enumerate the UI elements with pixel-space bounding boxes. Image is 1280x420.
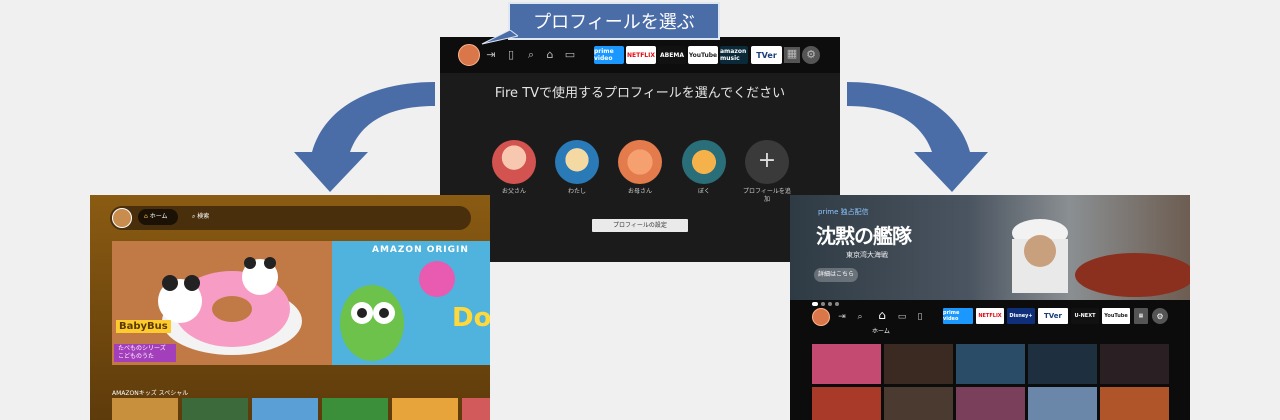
input-icon[interactable]: ⇥ [836, 311, 848, 323]
babybus-logo: BabyBus [116, 320, 171, 333]
profile-mother[interactable]: お母さん [616, 140, 664, 196]
kids-thumbnail[interactable] [322, 398, 388, 420]
arrow-to-left-screen [290, 78, 440, 194]
arrow-to-right-screen [842, 78, 992, 194]
add-profile-label: プロフィールを追加 [743, 188, 791, 203]
content-poster[interactable] [812, 344, 881, 384]
profile-mother-avatar [618, 140, 662, 184]
doremi-illustration: Do Re Mi [332, 241, 490, 365]
apps-grid-icon[interactable]: ▦ [784, 47, 800, 63]
kids-thumbnail[interactable] [182, 398, 248, 420]
app-amazon-music[interactable]: amazon music [720, 46, 748, 64]
kids-profile-avatar[interactable] [112, 208, 132, 228]
app-netflix[interactable]: NETFLIX [626, 46, 656, 64]
search-icon[interactable]: ⌕ [854, 311, 866, 323]
kids-home-label: ホーム [149, 213, 168, 220]
settings-gear-icon[interactable]: ⚙ [1152, 308, 1168, 324]
content-poster[interactable] [1100, 344, 1169, 384]
series-badge: たべものシリーズ こどものうた [114, 344, 176, 362]
profile-settings-button[interactable]: プロフィールの設定 [592, 219, 688, 232]
content-poster[interactable] [1028, 344, 1097, 384]
doremi-title: Do Re Mi [452, 303, 490, 333]
app-youtube[interactable]: YouTube [688, 46, 718, 64]
content-poster[interactable] [1028, 387, 1097, 420]
featured-title: 沈黙の艦隊 [816, 224, 912, 248]
kids-search-label: 検索 [197, 213, 210, 220]
callout-label: プロフィールを選ぶ [508, 2, 720, 40]
profile-label: お母さん [627, 188, 652, 195]
kids-thumbnail[interactable] [392, 398, 458, 420]
app-tver[interactable]: TVer [1038, 308, 1068, 324]
kids-thumbnail[interactable] [462, 398, 490, 420]
kids-home-tab[interactable]: ⌂ ホーム [138, 209, 178, 225]
profile-father[interactable]: お父さん [490, 140, 538, 196]
kids-search-tab[interactable]: ⌕ 検索 [192, 209, 209, 225]
profile-me-avatar [555, 140, 599, 184]
home-icon[interactable]: ⌂ [543, 48, 557, 62]
kids-row-title: AMAZONキッズ スペシャル [112, 390, 189, 397]
input-icon[interactable]: ⇥ [484, 48, 498, 62]
profile-prompt: Fire TVで使用するプロフィールを選んでください [494, 86, 786, 101]
callout-tail [481, 30, 518, 45]
callout-text: プロフィールを選ぶ [533, 12, 695, 33]
prime-exclusive-label: prime 独占配信 [818, 208, 869, 216]
adult-profile-screen: prime 独占配信 沈黙の艦隊 東京湾大海戦 詳細はこちら ⇥ ⌕ ⌂ ホーム… [790, 195, 1190, 420]
kids-hero-banner-original[interactable]: Do Re Mi [332, 241, 490, 365]
profile-label: わたし [567, 188, 586, 195]
amazon-original-label: AMAZON ORIGIN [372, 245, 469, 255]
details-button[interactable]: 詳細はこちら [814, 268, 858, 282]
content-poster[interactable] [812, 387, 881, 420]
apps-grid-icon[interactable]: ▦ [1134, 308, 1148, 324]
app-netflix[interactable]: NETFLIX [976, 308, 1004, 324]
profile-father-avatar [492, 140, 536, 184]
search-icon[interactable]: ⌕ [524, 48, 538, 62]
content-poster[interactable] [1100, 387, 1169, 420]
current-profile-avatar[interactable] [458, 44, 480, 66]
app-youtube[interactable]: YouTube [1102, 308, 1130, 324]
current-profile-avatar[interactable] [812, 308, 830, 326]
content-poster[interactable] [956, 344, 1025, 384]
kids-profile-screen: ⌂ ホーム ⌕ 検索 BabyBus たべものシリーズ こどものうた Do AM… [90, 195, 490, 420]
bookmark-icon[interactable]: ▯ [914, 311, 926, 323]
featured-subtitle: 東京湾大海戦 [846, 251, 888, 259]
live-tv-icon[interactable]: ▭ [563, 48, 577, 62]
settings-gear-icon[interactable]: ⚙ [802, 46, 820, 64]
content-poster[interactable] [884, 344, 953, 384]
live-tv-icon[interactable]: ▭ [896, 311, 908, 323]
app-prime-video[interactable]: prime video [943, 308, 973, 324]
content-poster[interactable] [884, 387, 953, 420]
content-poster[interactable] [956, 387, 1025, 420]
profile-boy[interactable]: ぼく [680, 140, 728, 196]
app-abema[interactable]: ABEMA [658, 46, 686, 64]
profile-me[interactable]: わたし [553, 140, 601, 196]
home-label: ホーム [872, 328, 890, 335]
profile-label: お父さん [501, 188, 526, 195]
home-icon[interactable]: ⌂ [874, 309, 890, 325]
bookmark-icon[interactable]: ▯ [504, 48, 518, 62]
profile-label: ぼく [697, 188, 710, 195]
profile-boy-avatar [682, 140, 726, 184]
carousel-dots [812, 291, 842, 310]
app-prime-video[interactable]: prime video [594, 46, 624, 64]
add-profile-button[interactable]: + プロフィールを追加 [743, 140, 791, 204]
home-icon: ⌂ [144, 213, 148, 220]
plus-icon: + [745, 140, 789, 184]
app-tver[interactable]: TVer [751, 46, 782, 64]
kids-thumbnail[interactable] [112, 398, 178, 420]
profile-select-screen: ⇥ ▯ ⌕ ⌂ ▭ prime video NETFLIX ABEMA YouT… [440, 37, 840, 262]
kids-thumbnail[interactable] [252, 398, 318, 420]
app-disney-plus[interactable]: Disney+ [1007, 308, 1035, 324]
search-icon: ⌕ [192, 213, 196, 220]
app-u-next[interactable]: U-NEXT [1071, 308, 1099, 324]
